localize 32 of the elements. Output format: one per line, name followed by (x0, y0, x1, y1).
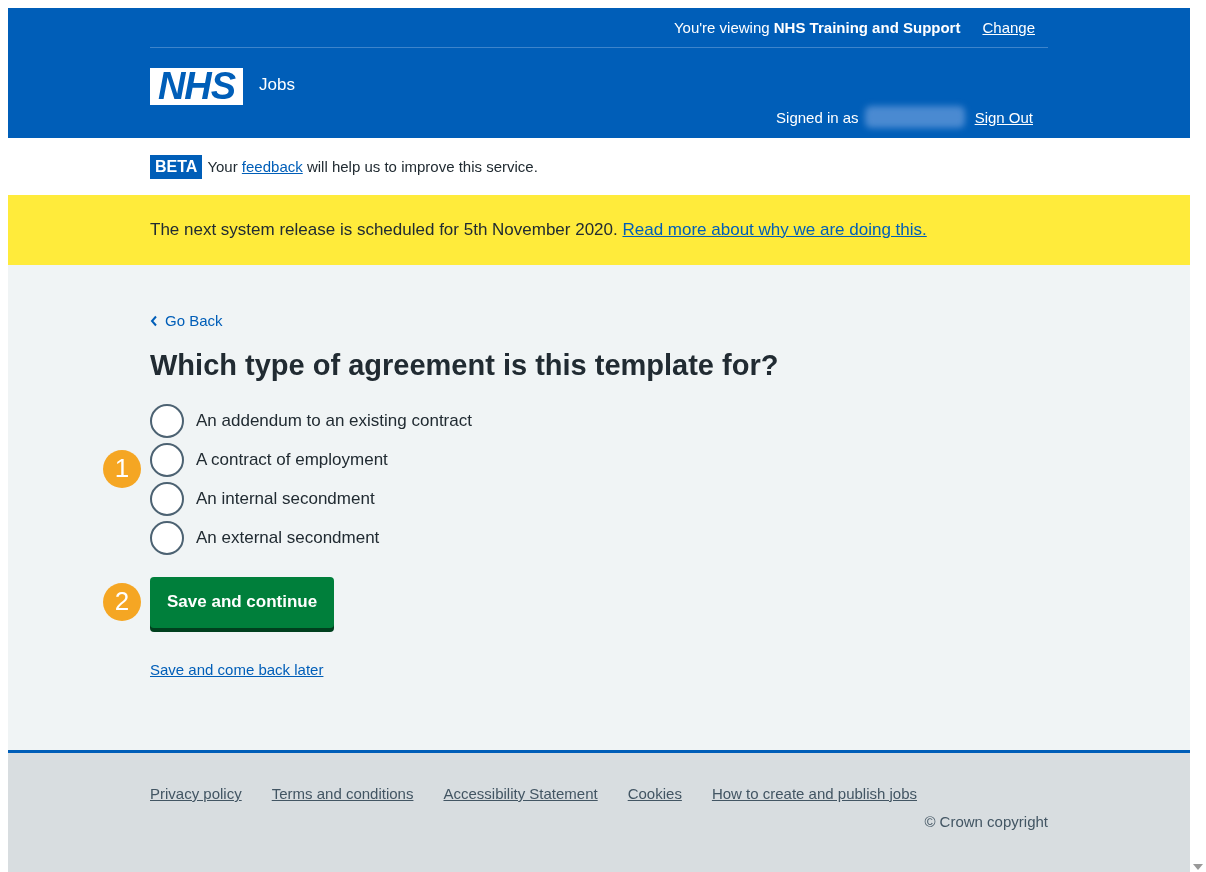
beta-tag: BETA (150, 154, 203, 179)
question-heading: Which type of agreement is this template for? (150, 348, 780, 382)
footer-link[interactable]: Privacy policy (150, 785, 242, 802)
signed-in-label: Signed in as (776, 108, 859, 126)
release-notice: The next system release is scheduled for 5th November 2020. Read more about why we are doing this. (150, 220, 927, 239)
chevron-left-icon (150, 314, 158, 327)
footer-link[interactable]: Accessibility Statement (443, 785, 598, 802)
scroll-down-icon[interactable] (1193, 864, 1203, 870)
footer-link[interactable]: How to create and publish jobs (711, 785, 917, 802)
copyright-text: © Crown copyright (924, 813, 1048, 830)
callout-badge: 2 (103, 582, 141, 621)
option-label: An addendum to an existing contract (196, 410, 472, 431)
back-link[interactable]: Go Back (150, 312, 223, 329)
callout-badge: 1 (103, 449, 141, 488)
service-name[interactable]: Jobs (259, 75, 295, 95)
viewing-text: You're viewing NHS Training and Support (673, 19, 961, 36)
read-more-link[interactable]: Read more about why we are doing this. (622, 220, 927, 239)
radio-button[interactable] (150, 481, 184, 516)
nhs-logo[interactable]: NHS (150, 68, 243, 105)
feedback-text: Your feedback will help us to improve this service. (207, 158, 538, 175)
radio-button[interactable] (150, 520, 184, 555)
sign-out-link[interactable]: Sign Out (974, 108, 1033, 126)
change-link[interactable]: Change (982, 19, 1035, 36)
radio-button[interactable] (150, 442, 184, 477)
feedback-link[interactable]: feedback (241, 158, 303, 175)
save-later-link[interactable]: Save and come back later (150, 660, 324, 678)
radio-button[interactable] (150, 403, 184, 438)
footer-link[interactable]: Terms and conditions (271, 785, 414, 802)
option-label: A contract of employment (196, 449, 388, 470)
option-label: An internal secondment (196, 488, 375, 509)
option-label: An external secondment (196, 527, 380, 548)
footer-link[interactable]: Cookies (627, 785, 682, 802)
